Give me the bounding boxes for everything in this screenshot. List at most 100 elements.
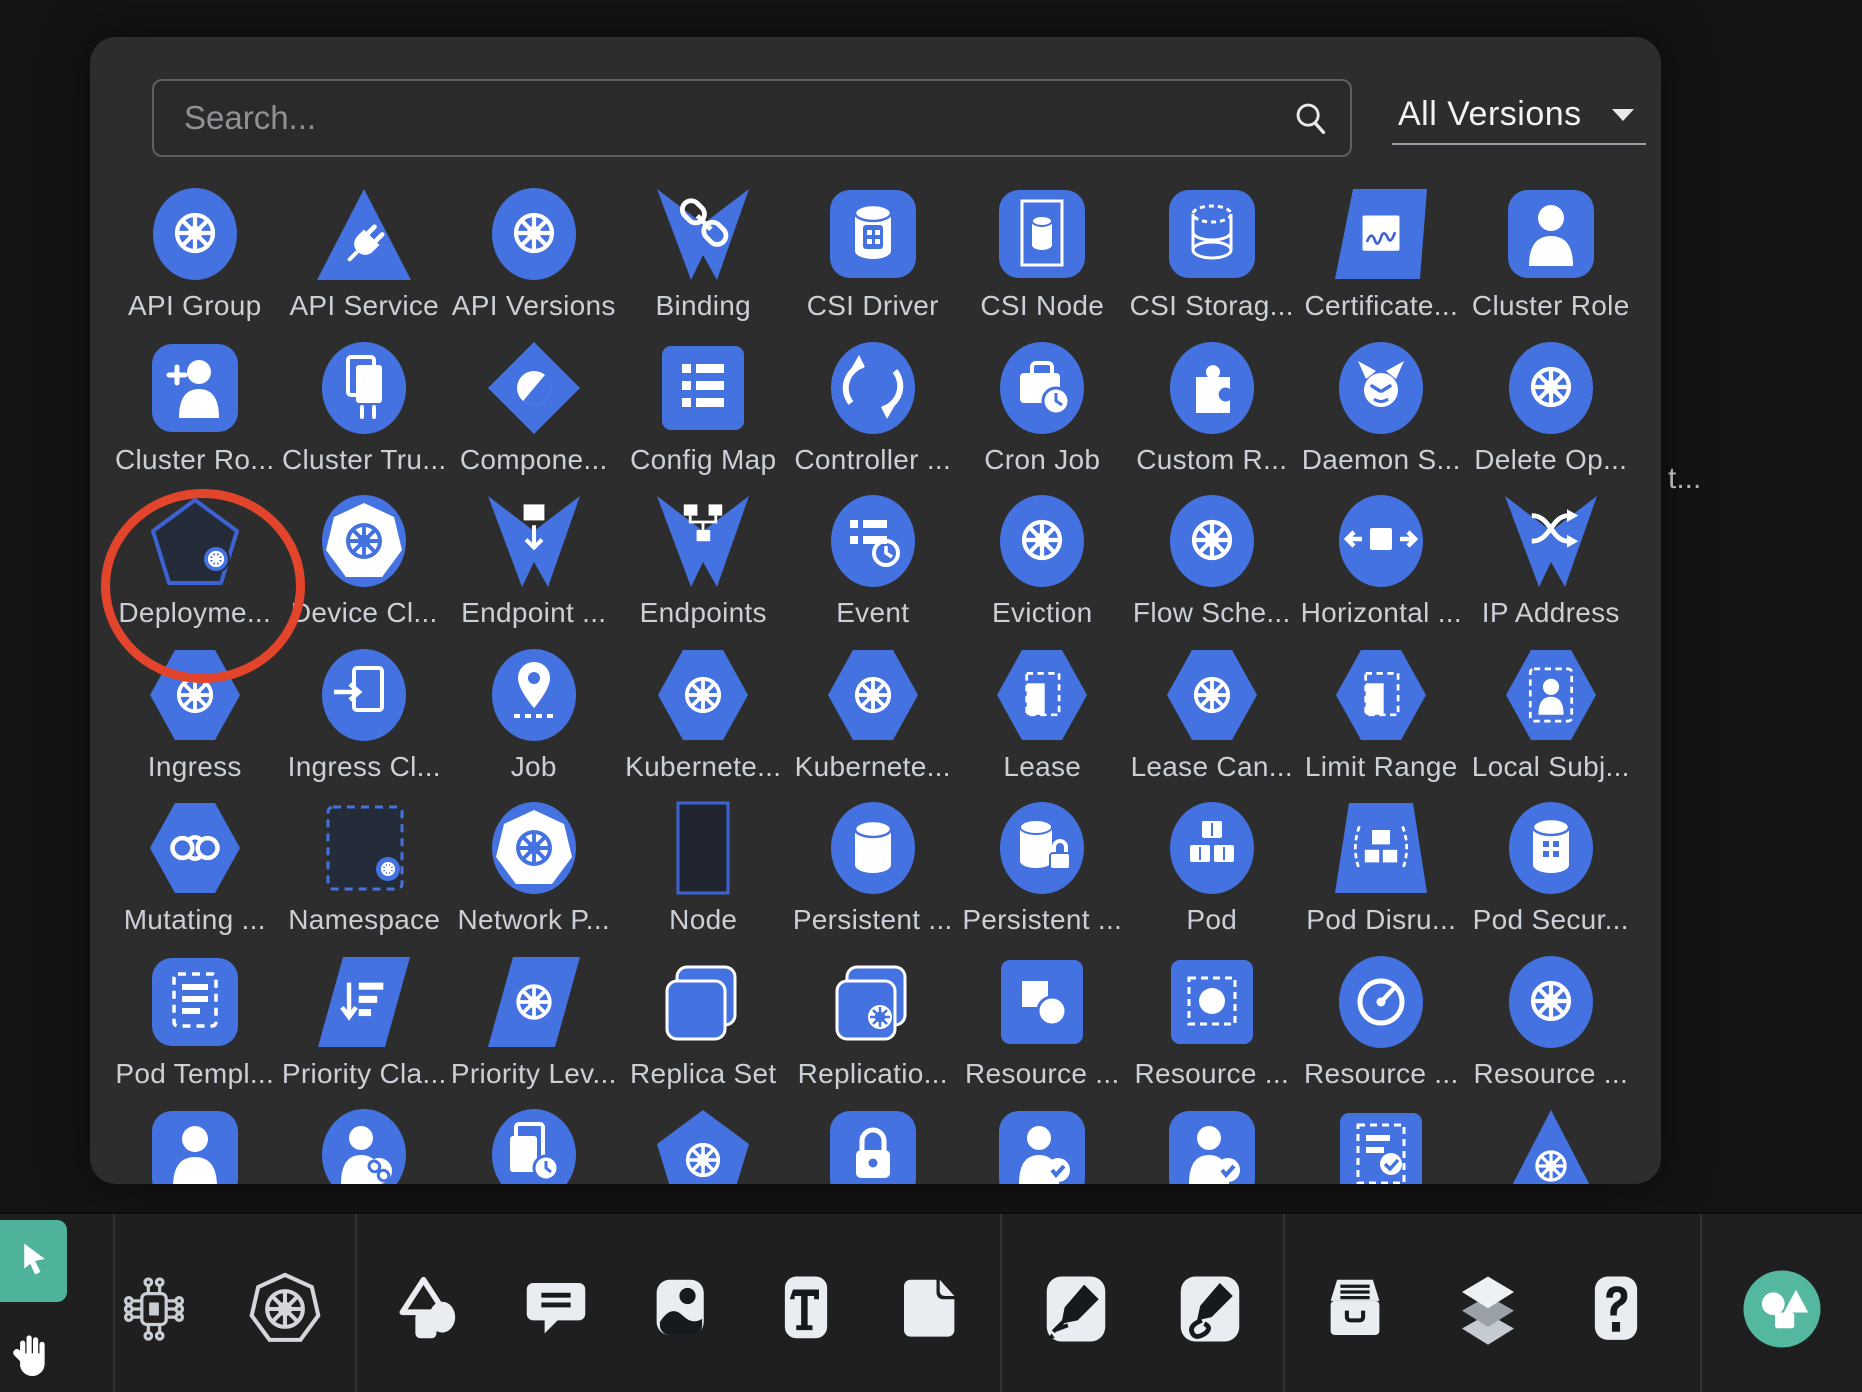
grid-item[interactable]: Lease [958,646,1128,800]
grid-item[interactable]: Cron Job [958,339,1128,493]
archive-tool[interactable] [1307,1261,1403,1357]
diagram-tool[interactable] [106,1261,202,1357]
text-tool[interactable] [758,1261,854,1357]
version-filter-dropdown[interactable]: All Versions [1392,85,1646,145]
grid-item-label: Node [669,904,737,936]
shapes-tool[interactable] [382,1261,478,1357]
shape-grid: API GroupAPI ServiceAPI VersionsBindingC… [110,185,1636,1184]
help-tool[interactable] [1568,1261,1664,1357]
grid-item[interactable]: Ingress [110,646,280,800]
grid-item[interactable]: Cluster Ro... [110,339,280,493]
search-input[interactable] [154,81,1350,155]
grid-item[interactable]: Binding [619,185,789,339]
grid-item[interactable] [788,1106,958,1184]
grid-item[interactable]: Compone... [449,339,619,493]
grid-item[interactable]: Pod Secur... [1466,799,1636,953]
grid-item-label: Custom R... [1136,444,1287,476]
note-tool[interactable] [882,1261,978,1357]
grid-item[interactable]: Persistent ... [958,799,1128,953]
grid-item[interactable]: Deployme... [110,492,280,646]
grid-item[interactable]: Kubernete... [788,646,958,800]
grid-item[interactable]: Delete Op... [1466,339,1636,493]
grid-item[interactable]: Network P... [449,799,619,953]
grid-item[interactable]: Flow Sche... [1127,492,1297,646]
grid-item[interactable]: Resource ... [1127,953,1297,1107]
grid-item[interactable]: Controller ... [788,339,958,493]
select-tool[interactable] [0,1220,67,1302]
grid-item[interactable]: Replica Set [619,953,789,1107]
grid-item[interactable]: CSI Storag... [1127,185,1297,339]
grid-item-label: Ingress Cl... [288,751,441,783]
kubernetes-library-tool[interactable] [237,1261,333,1357]
grid-item-label: Resource ... [965,1058,1120,1090]
grid-item[interactable]: Kubernete... [619,646,789,800]
grid-item[interactable] [958,1106,1128,1184]
person-icon [1503,187,1599,283]
grid-item-label: Cron Job [984,444,1100,476]
pan-tool[interactable] [0,1320,70,1392]
grid-item[interactable]: Persistent ... [788,799,958,953]
grid-item-label: Deployme... [118,597,271,629]
k8s-logo-icon [486,801,582,897]
grid-item[interactable]: API Service [280,185,450,339]
grid-item[interactable]: Config Map [619,339,789,493]
grid-item[interactable]: Horizontal ... [1297,492,1467,646]
grid-item[interactable]: Priority Cla... [280,953,450,1107]
grid-item[interactable]: Limit Range [1297,646,1467,800]
shape-library-modal: All Versions API GroupAPI ServiceAPI Ver… [90,37,1661,1184]
k8s-logo-icon [316,494,412,590]
list-icon [655,341,751,437]
grid-item[interactable]: Pod Templ... [110,953,280,1107]
grid-item-label: Endpoints [640,597,767,629]
grid-item[interactable]: Job [449,646,619,800]
grid-item[interactable]: API Group [110,185,280,339]
grid-item[interactable]: Cluster Role [1466,185,1636,339]
grid-item[interactable] [1466,1106,1636,1184]
puzzle-icon [1164,341,1260,437]
grid-item[interactable]: Priority Lev... [449,953,619,1107]
comment-tool[interactable] [508,1261,604,1357]
grid-item[interactable]: Local Subj... [1466,646,1636,800]
library-button[interactable] [1734,1261,1830,1357]
canvas-partial-text: t... [1668,462,1701,496]
grid-item[interactable]: Replicatio... [788,953,958,1107]
grid-item[interactable]: Event [788,492,958,646]
grid-item[interactable]: API Versions [449,185,619,339]
image-tool[interactable] [633,1261,729,1357]
grid-item-label: Certificate... [1304,290,1458,322]
grid-item[interactable]: Endpoints [619,492,789,646]
grid-item[interactable]: Namespace [280,799,450,953]
grid-item[interactable]: Lease Can... [1127,646,1297,800]
grid-item[interactable] [1297,1106,1467,1184]
grid-item-label: Resource ... [1304,1058,1459,1090]
grid-item[interactable]: Certificate... [1297,185,1467,339]
grid-item[interactable]: Eviction [958,492,1128,646]
grid-item[interactable]: Mutating ... [110,799,280,953]
grid-item[interactable] [110,1106,280,1184]
draw-tool[interactable] [1162,1261,1258,1357]
layers-tool[interactable] [1440,1261,1536,1357]
grid-item[interactable]: Resource ... [1466,953,1636,1107]
grid-item[interactable]: Pod Disru... [1297,799,1467,953]
connector-tool[interactable] [1028,1261,1124,1357]
grid-item[interactable]: Device Cl... [280,492,450,646]
grid-item[interactable] [619,1106,789,1184]
grid-item[interactable]: Node [619,799,789,953]
recycle-icon [825,341,921,437]
grid-item[interactable]: Cluster Tru... [280,339,450,493]
grid-item[interactable]: Ingress Cl... [280,646,450,800]
pencil-icon [1171,1270,1249,1348]
grid-item[interactable]: Endpoint ... [449,492,619,646]
grid-item[interactable] [1127,1106,1297,1184]
grid-item[interactable] [449,1106,619,1184]
pages-clock-icon [486,1108,582,1184]
grid-item[interactable]: Resource ... [1297,953,1467,1107]
grid-item[interactable]: CSI Node [958,185,1128,339]
grid-item[interactable]: Daemon S... [1297,339,1467,493]
grid-item[interactable] [280,1106,450,1184]
grid-item[interactable]: Custom R... [1127,339,1297,493]
grid-item[interactable]: Pod [1127,799,1297,953]
grid-item[interactable]: Resource ... [958,953,1128,1107]
grid-item[interactable]: IP Address [1466,492,1636,646]
grid-item[interactable]: CSI Driver [788,185,958,339]
